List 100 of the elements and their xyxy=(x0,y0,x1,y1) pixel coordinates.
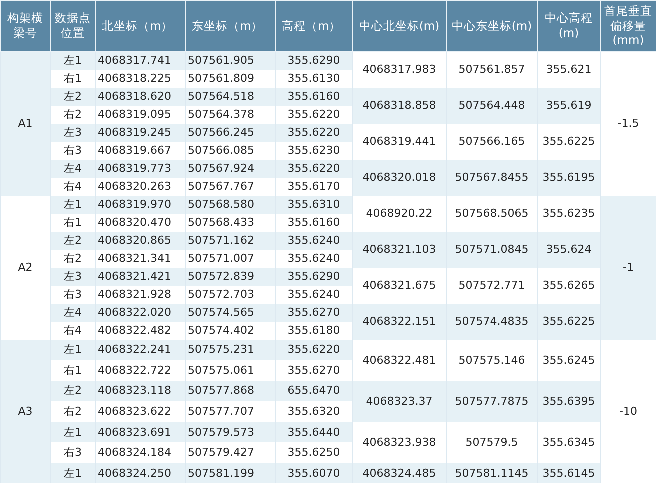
table-cell: -1.5 xyxy=(600,52,656,196)
table-cell: 355.6160 xyxy=(276,214,352,232)
table-cell: 左2 xyxy=(50,88,96,106)
table-cell: 左1 xyxy=(50,422,96,442)
table-cell: 4068319.095 xyxy=(96,106,186,124)
table-cell: -1 xyxy=(600,196,656,340)
table-cell: 右2 xyxy=(50,250,96,268)
table-cell: 355.6240 xyxy=(276,286,352,304)
table-cell: 右2 xyxy=(50,106,96,124)
table-cell: 507572.771 xyxy=(446,268,538,304)
table-cell: 4068323.37 xyxy=(352,380,446,422)
table-cell: 4068320.470 xyxy=(96,214,186,232)
table-cell: A3 xyxy=(0,340,50,484)
table-cell: 507571.162 xyxy=(186,232,276,250)
table-cell: 右1 xyxy=(50,70,96,88)
table-cell: 4068322.481 xyxy=(352,340,446,381)
table-cell: 4068324.184 xyxy=(96,442,186,463)
table-cell: 355.6170 xyxy=(276,178,352,196)
table-cell: 355.6270 xyxy=(276,304,352,322)
table-cell: 4068920.22 xyxy=(352,196,446,232)
table-cell: 507581.199 xyxy=(186,462,276,484)
table-cell: 355.6310 xyxy=(276,196,352,214)
table-cell: 右3 xyxy=(50,442,96,463)
column-header: 中心高程(m) xyxy=(538,0,600,52)
table-cell: 355.6220 xyxy=(276,160,352,178)
table-cell: 355.6220 xyxy=(276,106,352,124)
table-cell: 355.6180 xyxy=(276,322,352,340)
column-header: 北坐标（m） xyxy=(96,0,186,52)
table-cell: 507571.0845 xyxy=(446,232,538,268)
table-cell: 507567.924 xyxy=(186,160,276,178)
table-cell: 507579.573 xyxy=(186,422,276,442)
table-cell: 4068322.722 xyxy=(96,360,186,381)
column-header: 中心北坐标(m) xyxy=(352,0,446,52)
table-cell: 507568.433 xyxy=(186,214,276,232)
table-cell: 4068323.938 xyxy=(352,422,446,463)
column-header: 首尾垂直偏移量(mm) xyxy=(600,0,656,52)
table-cell: -10 xyxy=(600,340,656,484)
table-cell: 355.6145 xyxy=(538,462,600,484)
table-cell: 507561.857 xyxy=(446,52,538,88)
table-cell: 507575.061 xyxy=(186,360,276,381)
table-cell: 4068321.421 xyxy=(96,268,186,286)
table-cell: 左4 xyxy=(50,160,96,178)
table-cell: 355.6070 xyxy=(276,462,352,484)
table-cell: 右2 xyxy=(50,401,96,422)
table-cell: 507574.565 xyxy=(186,304,276,322)
table-cell: 右4 xyxy=(50,178,96,196)
table-cell: 507574.402 xyxy=(186,322,276,340)
table-cell: 355.6230 xyxy=(276,142,352,160)
table-cell: 4068317.741 xyxy=(96,52,186,70)
table-cell: 655.6470 xyxy=(276,380,352,402)
table-cell: 507567.767 xyxy=(186,178,276,196)
table-cell: 左1 xyxy=(50,52,96,70)
table-cell: 4068318.858 xyxy=(352,88,446,124)
table-cell: 4068324.250 xyxy=(96,462,186,484)
table-cell: 左4 xyxy=(50,304,96,322)
table-cell: 4068322.020 xyxy=(96,304,186,322)
table-cell: 355.6250 xyxy=(276,442,352,463)
column-header: 高程（m） xyxy=(276,0,352,52)
table-cell: 左2 xyxy=(50,232,96,250)
table-cell: 左2 xyxy=(50,380,96,402)
table-cell: 左1 xyxy=(50,196,96,214)
table-cell: 左3 xyxy=(50,268,96,286)
table-cell: 4068319.245 xyxy=(96,124,186,142)
table-cell: 355.6290 xyxy=(276,268,352,286)
table-cell: 507566.245 xyxy=(186,124,276,142)
table-cell: 4068324.485 xyxy=(352,462,446,484)
table-cell: 507564.378 xyxy=(186,106,276,124)
table-cell: 4068321.103 xyxy=(352,232,446,268)
table-cell: 507574.4835 xyxy=(446,304,538,340)
table-cell: 4068321.675 xyxy=(352,268,446,304)
table-cell: 4068318.225 xyxy=(96,70,186,88)
table-cell: 507566.085 xyxy=(186,142,276,160)
table-cell: 355.6225 xyxy=(538,304,600,340)
table-cell: 左1 xyxy=(50,462,96,484)
table-cell: 355.6160 xyxy=(276,88,352,106)
table-cell: 355.6225 xyxy=(538,124,600,160)
column-header: 数据点位置 xyxy=(50,0,96,52)
table-cell: 355.619 xyxy=(538,88,600,124)
table-cell: 4068319.441 xyxy=(352,124,446,160)
table-cell: 4068322.482 xyxy=(96,322,186,340)
table-cell: 4068320.263 xyxy=(96,178,186,196)
table-cell: 355.6240 xyxy=(276,250,352,268)
table-cell: 507564.518 xyxy=(186,88,276,106)
table-cell: 355.6240 xyxy=(276,232,352,250)
table-cell: 右4 xyxy=(50,322,96,340)
table-cell: 507577.7875 xyxy=(446,380,538,422)
table-cell: 507575.146 xyxy=(446,340,538,381)
table-cell: 355.6265 xyxy=(538,268,600,304)
table-cell: 507575.231 xyxy=(186,340,276,360)
table-cell: 507561.809 xyxy=(186,70,276,88)
table-cell: 355.6345 xyxy=(538,422,600,463)
table-cell: 507579.5 xyxy=(446,422,538,463)
table-cell: 4068323.691 xyxy=(96,422,186,442)
table-cell: 507572.839 xyxy=(186,268,276,286)
table-cell: 355.6195 xyxy=(538,160,600,196)
table-cell: 355.6245 xyxy=(538,340,600,381)
table-cell: 355.6130 xyxy=(276,70,352,88)
table-cell: 355.6320 xyxy=(276,401,352,422)
table-cell: 507566.165 xyxy=(446,124,538,160)
column-header: 中心东坐标(m) xyxy=(446,0,538,52)
